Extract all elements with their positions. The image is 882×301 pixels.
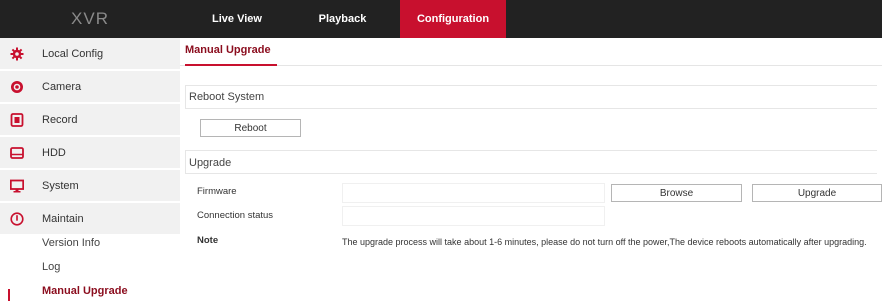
tab-configuration-label: Configuration xyxy=(416,13,490,25)
tab-playback-label: Playback xyxy=(318,13,367,25)
browse-button[interactable]: Browse xyxy=(611,184,742,202)
sidebar-item-label: HDD xyxy=(42,146,66,159)
reboot-button[interactable]: Reboot xyxy=(200,119,301,137)
sidebar-item-label: Maintain xyxy=(42,212,84,225)
reboot-button-label: Reboot xyxy=(234,122,267,134)
logo-text: XVR xyxy=(71,9,109,28)
upgrade-section-title: Upgrade xyxy=(189,157,232,169)
monitor-icon xyxy=(10,179,24,193)
tab-live-view-label: Live View xyxy=(212,13,262,25)
browse-button-label: Browse xyxy=(659,187,694,199)
sidebar-item-label: Record xyxy=(42,113,78,126)
tab-manual-upgrade[interactable]: Manual Upgrade xyxy=(185,44,271,56)
power-icon xyxy=(10,212,24,226)
upgrade-button-label: Upgrade xyxy=(797,187,837,199)
reboot-section-header xyxy=(185,85,877,109)
sidebar-subitem-manual-upgrade[interactable]: Manual Upgrade xyxy=(42,285,128,297)
sidebar-subitem-version-info[interactable]: Version Info xyxy=(42,237,100,249)
sidebar-item-camera[interactable]: Camera xyxy=(0,71,180,103)
note-text: The upgrade process will take about 1-6 … xyxy=(342,237,867,247)
tab-live-view[interactable]: Live View xyxy=(197,0,277,38)
gear-icon xyxy=(10,47,24,61)
upgrade-button[interactable]: Upgrade xyxy=(752,184,882,202)
connection-status-label: Connection status xyxy=(197,210,274,221)
top-bar: XVR Live View Playback Configuration xyxy=(0,0,882,38)
sidebar-item-label: Local Config xyxy=(42,47,104,60)
main-content: Manual Upgrade Reboot System Reboot Upgr… xyxy=(180,38,882,301)
note-label: Note xyxy=(197,235,219,246)
logo: XVR xyxy=(0,0,180,38)
reboot-section-title: Reboot System xyxy=(189,91,265,103)
hdd-icon xyxy=(10,146,24,160)
sidebar-item-system[interactable]: System xyxy=(0,170,180,202)
tab-configuration[interactable]: Configuration xyxy=(400,0,506,38)
connection-status-field xyxy=(342,206,605,226)
active-tab-indicator xyxy=(185,64,277,66)
sidebar-item-hdd[interactable]: HDD xyxy=(0,137,180,169)
upgrade-section-header xyxy=(185,150,877,174)
active-subitem-marker xyxy=(8,289,10,301)
sidebar-item-maintain[interactable]: Maintain xyxy=(0,203,180,235)
record-icon xyxy=(10,113,24,127)
firmware-label: Firmware xyxy=(197,186,237,197)
firmware-path-field[interactable] xyxy=(342,183,605,203)
tab-divider xyxy=(180,65,882,66)
sidebar-item-local-config[interactable]: Local Config xyxy=(0,38,180,70)
sidebar-item-record[interactable]: Record xyxy=(0,104,180,136)
sidebar-item-label: Camera xyxy=(42,80,82,93)
sidebar-item-label: System xyxy=(42,179,79,192)
sidebar-subitem-log[interactable]: Log xyxy=(42,261,60,273)
tab-playback[interactable]: Playback xyxy=(300,0,385,38)
camera-icon xyxy=(10,80,24,94)
